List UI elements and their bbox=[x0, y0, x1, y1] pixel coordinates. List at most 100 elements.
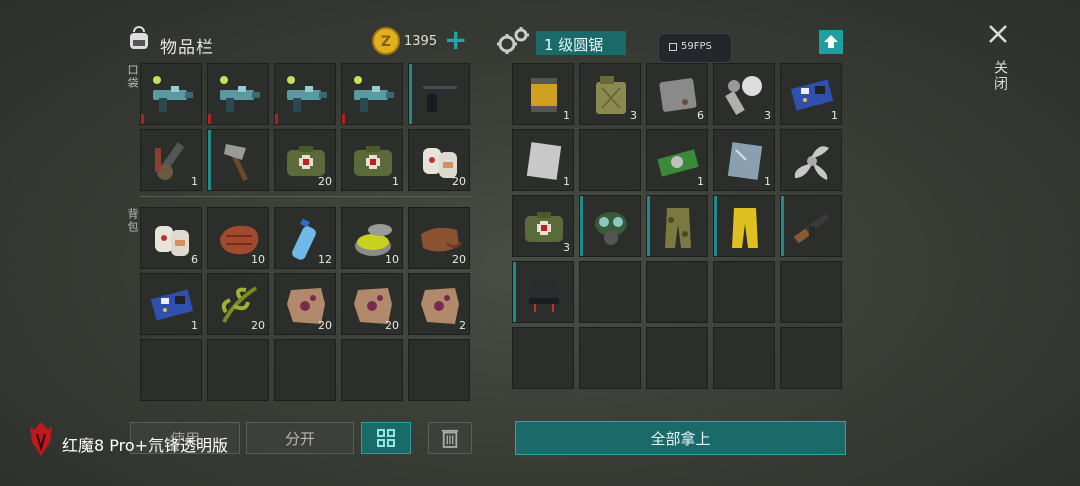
inventory-slot[interactable]: 3 bbox=[579, 63, 641, 125]
inventory-slot[interactable]: 20 bbox=[274, 273, 336, 335]
pocket-label: 口袋 bbox=[126, 64, 139, 90]
coin-icon: Z bbox=[372, 27, 400, 55]
inventory-slot[interactable] bbox=[780, 195, 842, 257]
add-coins-button[interactable]: + bbox=[444, 25, 467, 55]
plasma-gun-icon bbox=[354, 76, 394, 112]
inventory-slot[interactable] bbox=[780, 129, 842, 191]
inventory-slot[interactable]: 10 bbox=[207, 207, 269, 269]
item-count: 20 bbox=[452, 175, 466, 188]
inventory-slot[interactable] bbox=[579, 195, 641, 257]
empty-slot[interactable] bbox=[274, 339, 336, 401]
inventory-slot[interactable]: 20 bbox=[341, 273, 403, 335]
inventory-slot[interactable]: 6 bbox=[646, 63, 708, 125]
inventory-slot[interactable]: 20 bbox=[207, 273, 269, 335]
inventory-slot[interactable]: 1 bbox=[713, 129, 775, 191]
fps-icon bbox=[669, 43, 677, 51]
inventory-slot[interactable]: 1 bbox=[512, 129, 574, 191]
inventory-slot[interactable]: 1 bbox=[646, 129, 708, 191]
empty-slot[interactable] bbox=[207, 339, 269, 401]
rifle-icon bbox=[793, 213, 830, 244]
circuit-board-icon bbox=[790, 79, 834, 111]
upload-button[interactable] bbox=[819, 30, 843, 54]
item-count: 1 bbox=[764, 175, 771, 188]
empty-slot[interactable] bbox=[713, 261, 775, 323]
inventory-slot[interactable]: 1 bbox=[512, 63, 574, 125]
item-count: 3 bbox=[764, 109, 771, 122]
inventory-slot[interactable]: 20 bbox=[274, 129, 336, 191]
hide-icon bbox=[421, 288, 459, 324]
slot-accent bbox=[513, 262, 516, 322]
fps-text: 59FPS bbox=[681, 41, 712, 52]
inventory-slot[interactable] bbox=[207, 63, 269, 125]
yellow-pants-icon bbox=[732, 208, 758, 248]
item-count: 20 bbox=[251, 319, 265, 332]
empty-slot[interactable] bbox=[646, 327, 708, 389]
empty-slot[interactable] bbox=[341, 339, 403, 401]
inventory-slot[interactable]: 20 bbox=[408, 207, 470, 269]
inventory-slot[interactable] bbox=[274, 63, 336, 125]
inventory-slot[interactable]: 2 bbox=[408, 273, 470, 335]
inventory-slot[interactable] bbox=[408, 63, 470, 125]
empty-slot[interactable] bbox=[140, 339, 202, 401]
inventory-slot[interactable] bbox=[512, 261, 574, 323]
empty-slot[interactable] bbox=[579, 261, 641, 323]
empty-slot[interactable] bbox=[579, 129, 641, 191]
empty-slot[interactable] bbox=[579, 327, 641, 389]
plasma-gun-icon bbox=[287, 76, 327, 112]
circuit-board-icon bbox=[150, 289, 194, 321]
inventory-slot[interactable]: 10 bbox=[341, 207, 403, 269]
brand-logo-icon bbox=[26, 420, 56, 458]
empty-slot[interactable] bbox=[512, 327, 574, 389]
grid-view-button[interactable] bbox=[361, 422, 411, 454]
item-count: 1 bbox=[563, 175, 570, 188]
steel-sheet-icon bbox=[526, 142, 562, 180]
item-count: 1 bbox=[191, 175, 198, 188]
glass-plate-icon bbox=[727, 142, 763, 180]
trash-button[interactable] bbox=[428, 422, 472, 454]
item-count: 3 bbox=[563, 241, 570, 254]
inventory-slot[interactable]: 1 bbox=[780, 63, 842, 125]
empty-slot[interactable] bbox=[780, 261, 842, 323]
gears-icon bbox=[496, 26, 530, 56]
inventory-slot[interactable]: 1 bbox=[140, 129, 202, 191]
inventory-slot[interactable]: 1 bbox=[140, 273, 202, 335]
slot-accent bbox=[647, 196, 650, 256]
empty-slot[interactable] bbox=[646, 261, 708, 323]
item-count: 12 bbox=[318, 253, 332, 266]
inventory-slot[interactable] bbox=[140, 63, 202, 125]
item-count: 20 bbox=[318, 175, 332, 188]
inventory-slot[interactable] bbox=[341, 63, 403, 125]
empty-slot[interactable] bbox=[713, 327, 775, 389]
inventory-slot[interactable]: 12 bbox=[274, 207, 336, 269]
inventory-slot[interactable]: 3 bbox=[512, 195, 574, 257]
item-count: 2 bbox=[459, 319, 466, 332]
grid-icon bbox=[377, 429, 395, 447]
item-count: 20 bbox=[452, 253, 466, 266]
inventory-slot[interactable]: 6 bbox=[140, 207, 202, 269]
item-count: 1 bbox=[831, 109, 838, 122]
inventory-slot[interactable] bbox=[713, 195, 775, 257]
inventory-slot[interactable]: 20 bbox=[408, 129, 470, 191]
jerrycan-icon bbox=[596, 76, 626, 114]
item-count: 1 bbox=[392, 175, 399, 188]
item-count: 6 bbox=[697, 109, 704, 122]
take-all-button[interactable]: 全部拿上 bbox=[515, 421, 846, 455]
inventory-slot[interactable] bbox=[207, 129, 269, 191]
inventory-slot[interactable] bbox=[646, 195, 708, 257]
plasma-gun-icon bbox=[220, 76, 260, 112]
split-button[interactable]: 分开 bbox=[246, 422, 354, 454]
fps-badge: 59FPS bbox=[658, 33, 732, 63]
oil-filter-icon bbox=[531, 78, 557, 112]
empty-slot[interactable] bbox=[408, 339, 470, 401]
toolkit-icon bbox=[155, 142, 185, 180]
gas-mask-icon bbox=[595, 212, 627, 245]
empty-slot[interactable] bbox=[780, 327, 842, 389]
inventory-slot[interactable]: 3 bbox=[713, 63, 775, 125]
item-count: 1 bbox=[563, 109, 570, 122]
inventory-slot[interactable]: 1 bbox=[341, 129, 403, 191]
propeller-icon bbox=[794, 146, 829, 180]
item-count: 10 bbox=[385, 253, 399, 266]
section-divider bbox=[140, 196, 472, 197]
close-button[interactable]: 关闭 bbox=[984, 20, 1012, 100]
take-all-label: 全部拿上 bbox=[650, 429, 711, 448]
